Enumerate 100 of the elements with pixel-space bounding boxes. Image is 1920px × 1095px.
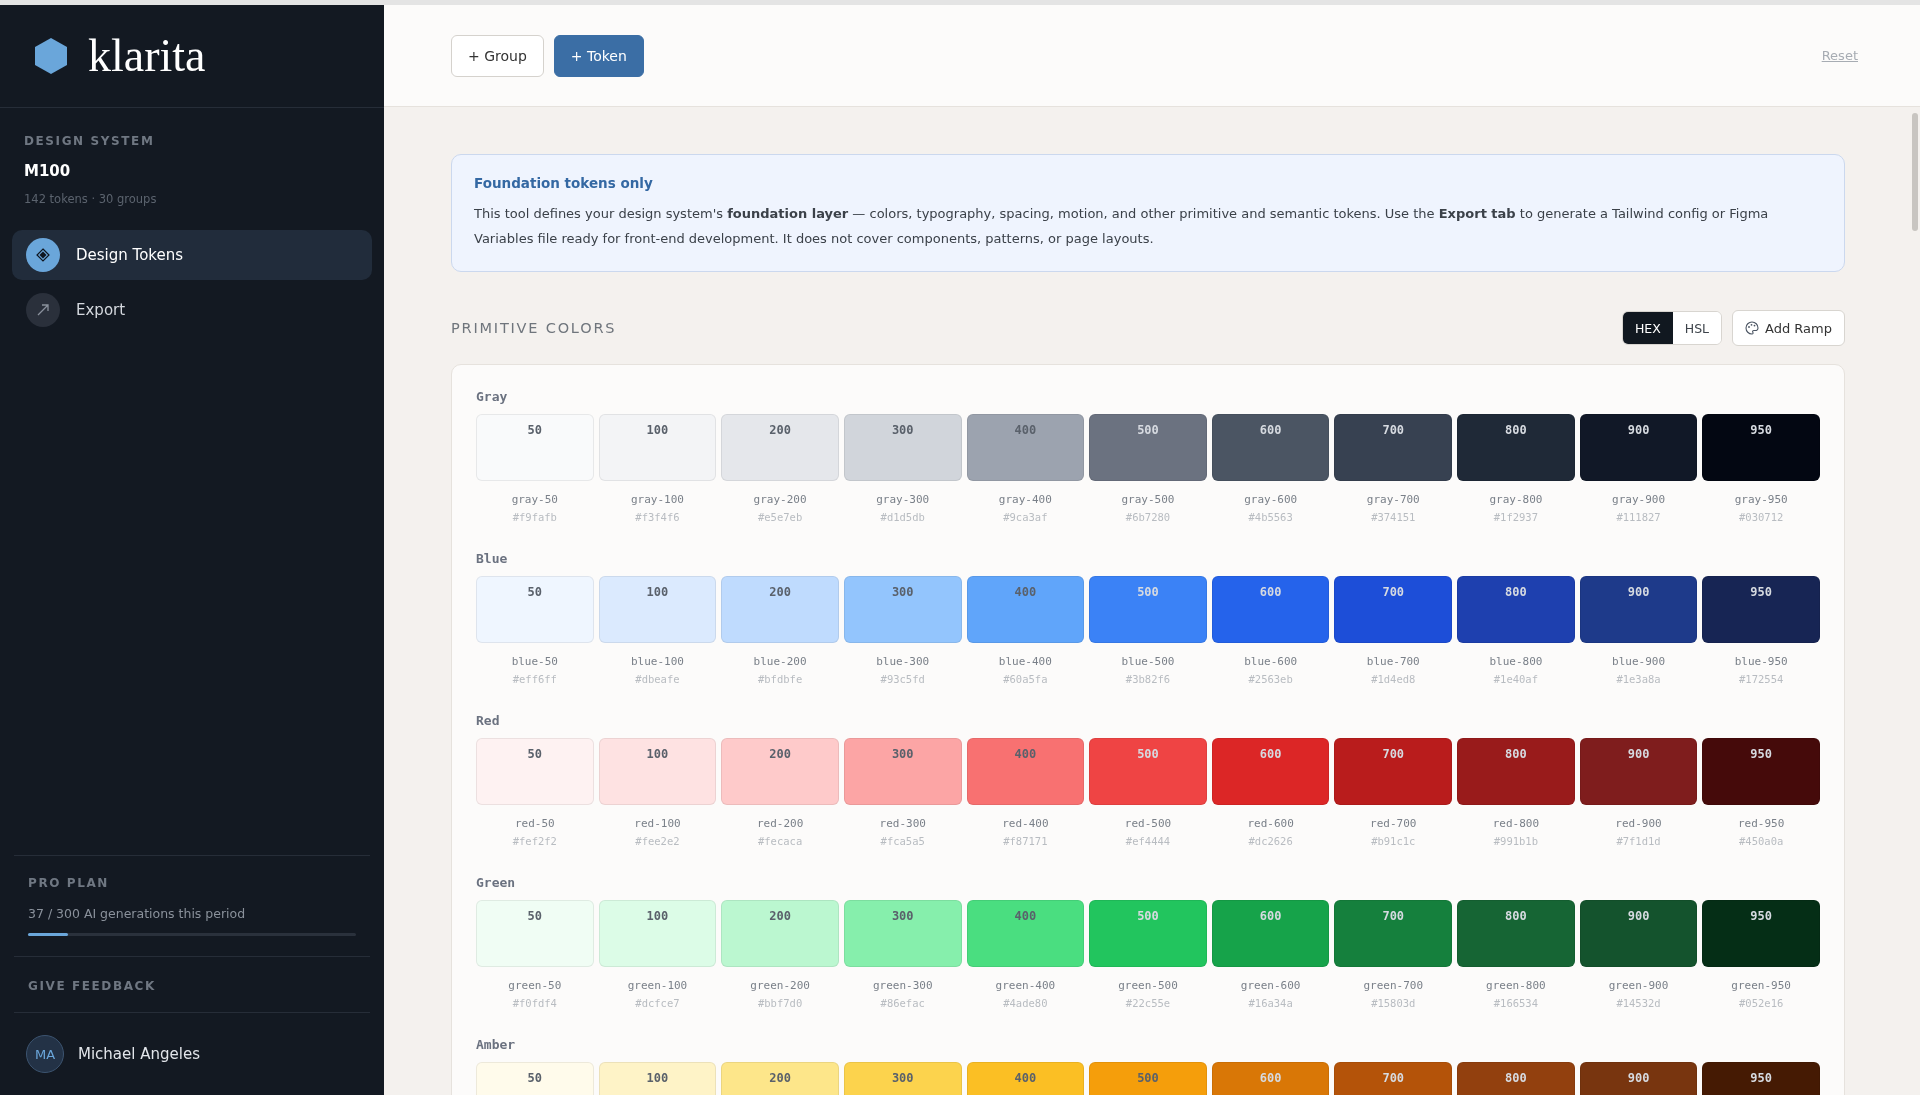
- color-swatch[interactable]: 100: [598, 900, 717, 967]
- color-swatch[interactable]: 200: [721, 1062, 839, 1095]
- hex-value: #6b7280: [1125, 511, 1171, 523]
- hex-value: #fecaca: [757, 835, 803, 847]
- color-swatch[interactable]: 950: [1702, 1062, 1820, 1095]
- color-swatch[interactable]: 50: [476, 900, 594, 967]
- scrollbar[interactable]: [1912, 113, 1918, 231]
- color-swatch[interactable]: 800: [1457, 414, 1575, 481]
- color-swatch[interactable]: 500: [1089, 414, 1207, 481]
- logo-text: klarita: [88, 33, 206, 79]
- hex-value: #052e16: [1739, 997, 1784, 1009]
- hex-value: #f3f4f6: [635, 511, 680, 523]
- token-name: green-950: [1731, 979, 1791, 992]
- hex-value: #f87171: [1003, 835, 1048, 847]
- hex-value: #4b5563: [1248, 511, 1293, 523]
- color-swatch[interactable]: 600: [1211, 576, 1330, 643]
- token-name: green-50: [508, 979, 562, 992]
- color-swatch[interactable]: 300: [843, 414, 962, 481]
- token-name: red-400: [1002, 817, 1049, 830]
- color-swatch[interactable]: 900: [1579, 414, 1698, 481]
- token-name: blue-200: [753, 655, 807, 668]
- token-name: green-200: [750, 979, 810, 992]
- color-swatch[interactable]: 800: [1457, 1062, 1575, 1095]
- color-swatch[interactable]: 950: [1702, 414, 1820, 481]
- hex-value: #450a0a: [1739, 835, 1784, 847]
- hex-value: #dbeafe: [635, 673, 680, 685]
- hex-value: #dc2626: [1248, 835, 1293, 847]
- color-swatch[interactable]: 700: [1334, 738, 1453, 805]
- color-swatch[interactable]: 600: [1211, 414, 1330, 481]
- ramp-name: Amber: [476, 1037, 517, 1052]
- token-name: red-600: [1247, 817, 1294, 830]
- color-swatch[interactable]: 300: [843, 576, 962, 643]
- user-avatar[interactable]: MA: [26, 1035, 64, 1073]
- color-swatch[interactable]: 800: [1457, 738, 1575, 805]
- token-name: blue-800: [1489, 655, 1543, 668]
- color-swatch[interactable]: 50: [476, 576, 594, 643]
- color-swatch[interactable]: 900: [1579, 738, 1698, 805]
- color-swatch[interactable]: 400: [966, 1062, 1085, 1095]
- color-swatch[interactable]: 700: [1334, 576, 1453, 643]
- hex-value: #1e40af: [1493, 673, 1539, 685]
- token-name: green-300: [872, 979, 933, 992]
- add-token-button[interactable]: + Token: [553, 34, 644, 77]
- color-swatch[interactable]: 100: [598, 576, 717, 643]
- color-swatch[interactable]: 50: [476, 1062, 594, 1095]
- color-swatch[interactable]: 700: [1334, 1062, 1453, 1095]
- color-swatch[interactable]: 400: [966, 900, 1085, 967]
- color-swatch[interactable]: 300: [843, 738, 962, 805]
- hex-value: #15803d: [1371, 997, 1416, 1009]
- add-ramp-button[interactable]: Add Ramp: [1732, 310, 1845, 346]
- color-swatch[interactable]: 500: [1089, 576, 1207, 643]
- format-tab[interactable]: HEX: [1622, 312, 1673, 344]
- color-swatch[interactable]: 900: [1579, 1062, 1698, 1095]
- nav-item[interactable]: Design Tokens: [12, 230, 372, 280]
- color-swatch[interactable]: 50: [476, 738, 594, 805]
- color-swatch[interactable]: 200: [721, 900, 839, 967]
- color-swatch[interactable]: 900: [1579, 576, 1698, 643]
- color-swatch[interactable]: 300: [843, 1062, 962, 1095]
- feedback-link[interactable]: GIVE FEEDBACK: [28, 979, 156, 993]
- token-name: gray-300: [876, 493, 930, 506]
- color-swatch[interactable]: 600: [1211, 738, 1330, 805]
- color-swatch[interactable]: 950: [1702, 900, 1820, 967]
- color-swatch[interactable]: 200: [721, 414, 839, 481]
- color-swatch[interactable]: 100: [598, 414, 717, 481]
- hex-value: #fef2f2: [512, 835, 557, 847]
- system-name: M100: [24, 162, 72, 180]
- color-swatch[interactable]: 700: [1334, 414, 1453, 481]
- token-name: gray-600: [1244, 493, 1298, 506]
- token-name: blue-900: [1612, 655, 1666, 668]
- color-swatch[interactable]: 700: [1334, 900, 1453, 967]
- nav-item[interactable]: Export: [12, 285, 372, 335]
- ramp-name: Gray: [476, 389, 509, 404]
- color-swatch[interactable]: 100: [598, 738, 717, 805]
- color-swatch[interactable]: 800: [1457, 900, 1575, 967]
- color-swatch[interactable]: 500: [1089, 738, 1207, 805]
- color-swatch[interactable]: 200: [721, 738, 839, 805]
- token-name: blue-950: [1734, 655, 1788, 668]
- hex-value: #eff6ff: [512, 673, 557, 685]
- hex-value: #030712: [1739, 511, 1784, 523]
- token-name: blue-300: [876, 655, 930, 668]
- hex-value: #1f2937: [1493, 511, 1539, 523]
- color-swatch[interactable]: 50: [476, 414, 594, 481]
- token-name: blue-100: [630, 655, 684, 668]
- color-swatch[interactable]: 950: [1702, 738, 1820, 805]
- hex-value: #9ca3af: [1003, 511, 1048, 523]
- add-group-button[interactable]: + Group: [451, 34, 544, 77]
- color-swatch[interactable]: 950: [1702, 576, 1820, 643]
- hex-value: #93c5fd: [880, 673, 925, 685]
- hex-value: #fee2e2: [635, 835, 680, 847]
- token-name: green-700: [1363, 979, 1424, 992]
- color-swatch[interactable]: 800: [1457, 576, 1575, 643]
- color-swatch[interactable]: 100: [598, 1062, 717, 1095]
- token-name: gray-200: [753, 493, 807, 506]
- color-swatch[interactable]: 300: [843, 900, 962, 967]
- token-name: gray-50: [511, 493, 558, 506]
- color-swatch[interactable]: 900: [1579, 900, 1698, 967]
- banner-text: This tool defines your design system's foundation layer — colors, typography, spacing, motion, and other primitive and semantic tokens. Use the Export tab to generate a Tailwind config or Figma Variables file ready for front-end development. It does not cover components, patterns, or page layouts.: [474, 205, 1770, 248]
- color-swatch[interactable]: 200: [721, 576, 839, 643]
- plan-label: PRO PLAN: [28, 876, 110, 890]
- hex-value: #b91c1c: [1371, 835, 1416, 847]
- color-swatch[interactable]: 500: [1089, 1062, 1207, 1095]
